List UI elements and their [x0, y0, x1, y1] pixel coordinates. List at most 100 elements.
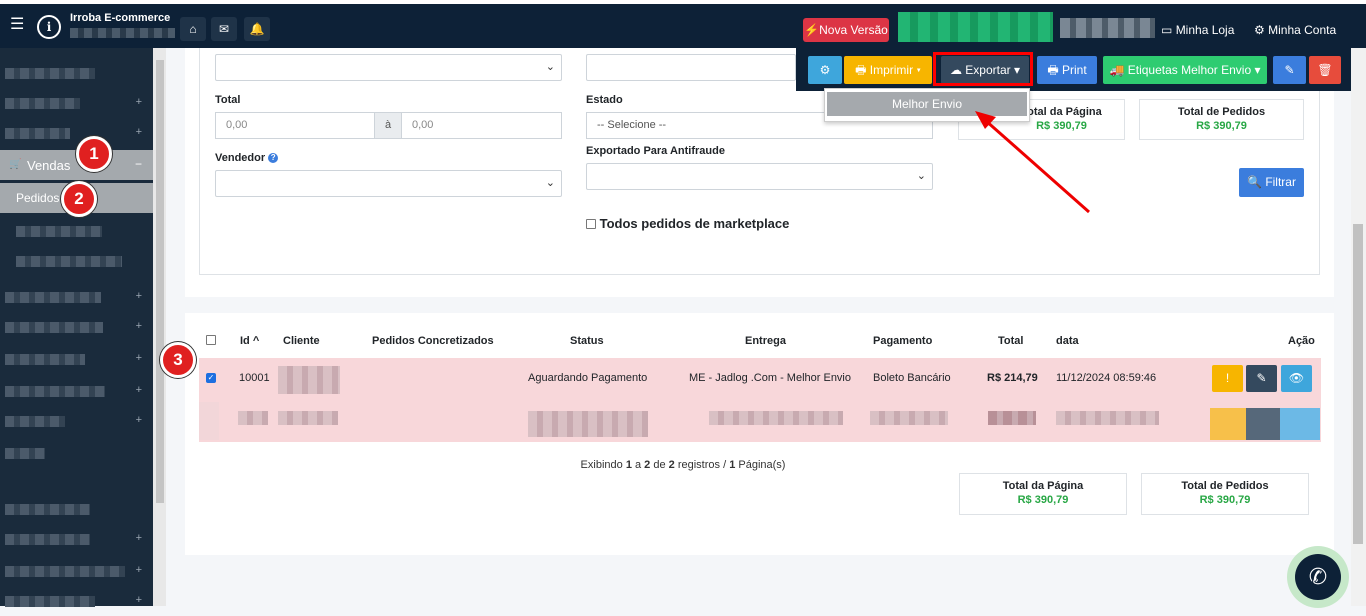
eye-icon: 👁	[1288, 371, 1305, 385]
print-label: Print	[1061, 63, 1087, 77]
exclamation-icon: !	[1225, 371, 1230, 385]
status-redacted	[528, 411, 648, 437]
col-id[interactable]: Id ^	[240, 335, 259, 347]
total-pedidos-title: Total de Pedidos	[1181, 480, 1269, 492]
sidebar-scrollbar-thumb[interactable]	[156, 60, 164, 503]
total-pedidos-value: R$ 390,79	[1199, 494, 1251, 506]
row-total: R$ 214,79	[987, 372, 1038, 384]
whatsapp-icon[interactable]: ✆	[1295, 554, 1341, 600]
sidebar-item[interactable]: +	[0, 556, 153, 586]
marketplace-checkbox[interactable]	[586, 219, 596, 229]
print-button[interactable]: 🖶 Print	[1037, 56, 1097, 84]
total-from-input[interactable]: 0,00	[215, 112, 375, 139]
sidebar-item[interactable]: +	[0, 312, 153, 342]
col-entrega[interactable]: Entrega	[745, 335, 786, 347]
chevron-down-icon: ⌄	[916, 170, 926, 182]
nova-versao-button[interactable]: ⚡Nova Versão	[803, 18, 889, 42]
sidebar-item[interactable]: +	[0, 344, 153, 374]
col-pagamento[interactable]: Pagamento	[873, 335, 932, 347]
minha-conta-label: Minha Conta	[1268, 23, 1337, 37]
marketplace-label: Todos pedidos de marketplace	[599, 216, 790, 231]
mail-icon[interactable]: ✉	[211, 17, 237, 41]
sidebar-item[interactable]	[0, 494, 153, 524]
col-id-label: Id	[240, 335, 250, 347]
sidebar-item[interactable]: +	[0, 406, 153, 436]
pagination-prefix: Exibindo	[580, 459, 626, 471]
gear-icon: ⚙	[1254, 23, 1265, 37]
col-status[interactable]: Status	[570, 335, 604, 347]
printer-icon: 🖶	[855, 63, 867, 77]
sidebar-item[interactable]	[0, 216, 153, 246]
col-acao: Ação	[1288, 335, 1315, 347]
col-data[interactable]: data	[1056, 335, 1079, 347]
gears-icon: ⚙	[819, 63, 831, 77]
select-all-checkbox[interactable]	[206, 335, 216, 345]
marketplace-checkbox-row[interactable]: Todos pedidos de marketplace	[586, 216, 789, 231]
edit-icon: ✎	[1256, 371, 1267, 385]
sidebar-item[interactable]: +	[0, 88, 153, 118]
row-checkbox-redacted	[199, 402, 219, 440]
action-redacted	[1246, 408, 1280, 440]
total-pedidos-value: R$ 390,79	[1196, 120, 1247, 132]
help-icon[interactable]: ?	[268, 153, 279, 163]
search-icon: 🔍	[1247, 175, 1262, 189]
filter-select-1[interactable]: ⌄	[215, 54, 562, 81]
view-button[interactable]: 👁	[1281, 365, 1312, 392]
sidebar-item[interactable]	[0, 246, 153, 276]
antifraude-select[interactable]: ⌄	[586, 163, 933, 190]
sidebar-item[interactable]: +	[0, 524, 153, 554]
pagination-de: de	[650, 459, 669, 471]
imprimir-label: Imprimir	[869, 63, 914, 77]
total-to-input[interactable]: 0,00	[401, 112, 562, 139]
filtrar-button[interactable]: 🔍 Filtrar	[1239, 168, 1304, 197]
sidebar-item[interactable]: +	[0, 586, 153, 616]
page-scrollbar-thumb[interactable]	[1353, 224, 1363, 544]
minha-conta-link[interactable]: ⚙ Minha Conta	[1254, 23, 1336, 37]
sidebar-item[interactable]: +	[0, 376, 153, 406]
entrega-redacted	[709, 411, 843, 425]
delete-button[interactable]: 🗑	[1309, 56, 1341, 84]
pagination-a: a	[631, 459, 645, 471]
total-pagina-title: Total da Página	[1002, 480, 1084, 492]
sidebar-item[interactable]: +	[0, 118, 153, 148]
col-cliente[interactable]: Cliente	[283, 335, 320, 347]
settings-button[interactable]: ⚙	[808, 56, 842, 84]
sidebar-item[interactable]	[0, 58, 153, 88]
melhor-envio-option[interactable]: Melhor Envio	[827, 92, 1027, 116]
estado-label: Estado	[586, 94, 623, 106]
step-badge-2: 2	[61, 181, 97, 217]
action-redacted	[1210, 408, 1246, 440]
col-total[interactable]: Total	[998, 335, 1023, 347]
filter-select-2[interactable]	[586, 54, 796, 81]
printer-icon: 🖶	[1047, 63, 1059, 77]
edit-row-button[interactable]: ✎	[1246, 365, 1277, 392]
etiquetas-button[interactable]: 🚚 Etiquetas Melhor Envio ▾	[1103, 56, 1267, 84]
vendedor-select[interactable]: ⌄	[215, 170, 562, 197]
brand-name: Irroba E-commerce	[70, 12, 171, 24]
top-navbar: ☰ i Irroba E-commerce ⌂ ✉ 🔔 ⚡Nova Versão…	[0, 4, 1366, 48]
plan-banner-redacted	[898, 12, 1053, 42]
row-id: 10001	[239, 372, 270, 384]
pagamento-redacted	[870, 411, 948, 425]
imprimir-button[interactable]: 🖶 Imprimir ▾	[844, 56, 932, 84]
menu-toggle-icon[interactable]: ☰	[10, 17, 26, 33]
col-pedidos-concretizados[interactable]: Pedidos Concretizados	[372, 335, 494, 347]
home-icon[interactable]: ⌂	[180, 17, 206, 41]
sidebar-item[interactable]: +	[0, 282, 153, 312]
alert-button[interactable]: !	[1212, 365, 1243, 392]
filtrar-label: Filtrar	[1265, 175, 1296, 189]
caret-down-icon: ▾	[1254, 63, 1261, 77]
user-info-redacted	[1060, 18, 1155, 38]
row-checkbox-checked[interactable]: ✓	[206, 373, 216, 383]
vendas-label: Vendas	[27, 158, 71, 173]
total-pedidos-box: Total de Pedidos R$ 390,79	[1141, 473, 1309, 515]
trash-icon: 🗑	[1317, 63, 1333, 77]
bell-icon[interactable]: 🔔	[244, 17, 270, 41]
id-redacted	[238, 411, 268, 425]
total-pagina-value: R$ 390,79	[1017, 494, 1069, 506]
edit-button[interactable]: ✎	[1273, 56, 1306, 84]
total-pedidos-box-top: Total de Pedidos R$ 390,79	[1139, 99, 1304, 140]
minha-loja-link[interactable]: ▭ Minha Loja	[1161, 23, 1234, 37]
row-entrega: ME - Jadlog .Com - Melhor Envio	[689, 372, 851, 384]
vendedor-label: Vendedor ?	[215, 152, 279, 164]
